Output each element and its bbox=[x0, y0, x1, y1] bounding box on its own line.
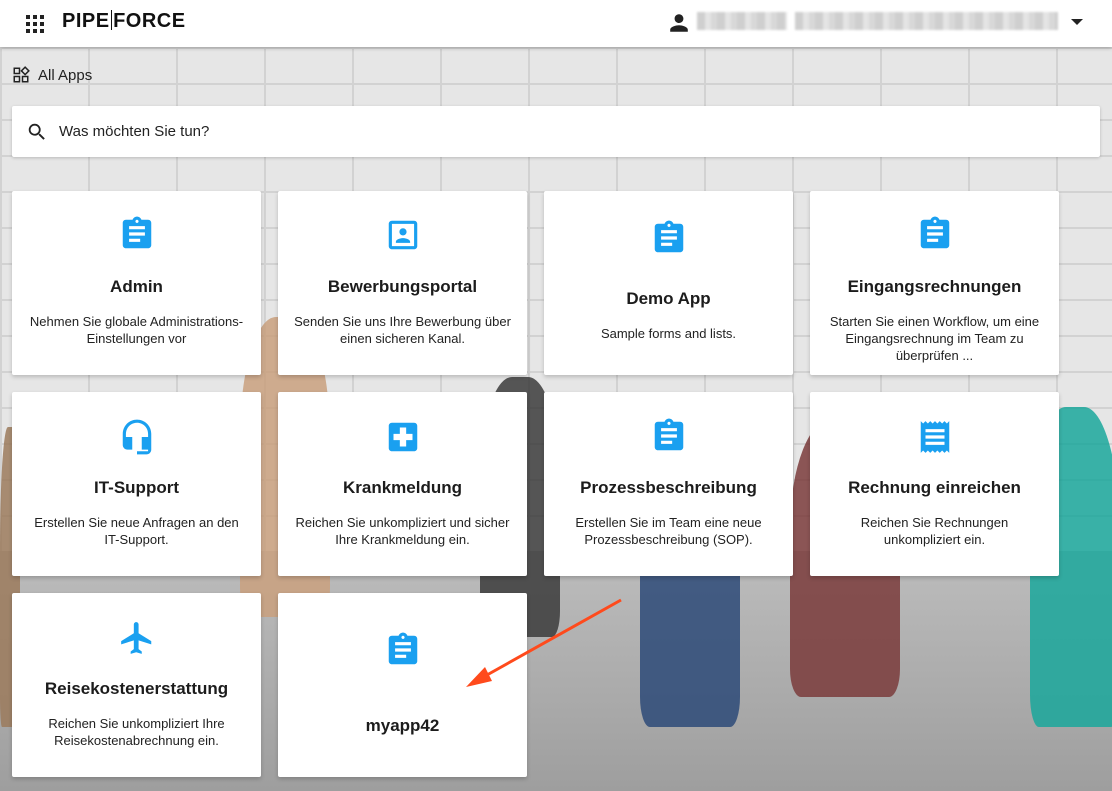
app-card-title: Reisekostenerstattung bbox=[44, 679, 229, 698]
app-card-description: Starten Sie einen Workflow, um eine Eing… bbox=[829, 314, 1040, 363]
airplane-icon bbox=[118, 619, 156, 657]
all-apps-text: All Apps bbox=[38, 66, 93, 84]
search-input[interactable] bbox=[59, 118, 1059, 144]
all-apps-label: All Apps bbox=[12, 66, 92, 84]
headset-icon bbox=[118, 418, 156, 456]
app-card-title: Eingangsrechnungen bbox=[847, 277, 1022, 296]
app-card-description: Senden Sie uns Ihre Bewerbung über einen… bbox=[294, 314, 511, 346]
user-email-redacted[interactable] bbox=[795, 12, 1058, 30]
app-card-title: IT-Support bbox=[94, 478, 179, 497]
app-card-demo-app[interactable]: Demo App Sample forms and lists. bbox=[544, 191, 793, 375]
apps-dashboard-icon bbox=[13, 66, 30, 83]
clipboard-icon bbox=[384, 631, 422, 669]
brand-logo-left: PIPE bbox=[62, 10, 110, 32]
portrait-icon bbox=[384, 216, 422, 254]
app-card-title: myapp42 bbox=[365, 716, 440, 735]
app-card-title: Bewerbungsportal bbox=[327, 277, 478, 296]
app-card-title: Rechnung einreichen bbox=[848, 478, 1021, 497]
app-card-description: Reichen Sie Rechnungen unkompliziert ein… bbox=[860, 515, 1009, 547]
brand-logo[interactable]: PIPE FORCE bbox=[62, 10, 186, 33]
app-card-reisekostenerstattung[interactable]: Reisekostenerstattung Reichen Sie unkomp… bbox=[12, 593, 261, 777]
user-icon[interactable] bbox=[668, 12, 690, 34]
app-card-prozessbeschreibung[interactable]: Prozessbeschreibung Erstellen Sie im Tea… bbox=[544, 392, 793, 576]
app-card-it-support[interactable]: IT-Support Erstellen Sie neue Anfragen a… bbox=[12, 392, 261, 576]
clipboard-icon bbox=[916, 215, 954, 253]
search-bar[interactable] bbox=[12, 106, 1100, 157]
medical-cross-icon bbox=[384, 418, 422, 456]
brand-logo-right: FORCE bbox=[113, 10, 186, 32]
app-card-description: Sample forms and lists. bbox=[600, 326, 737, 341]
app-card-eingangsrechnungen[interactable]: Eingangsrechnungen Starten Sie einen Wor… bbox=[810, 191, 1059, 375]
search-icon bbox=[28, 123, 45, 140]
top-bar: PIPE FORCE bbox=[0, 0, 1112, 47]
app-card-description: Reichen Sie unkompliziert und sicher Ihr… bbox=[295, 515, 510, 547]
app-card-krankmeldung[interactable]: Krankmeldung Reichen Sie unkompliziert u… bbox=[278, 392, 527, 576]
app-card-description: Reichen Sie unkompliziert Ihre Reisekost… bbox=[48, 716, 225, 748]
user-name-redacted[interactable] bbox=[697, 12, 787, 30]
app-card-bewerbungsportal[interactable]: Bewerbungsportal Senden Sie uns Ihre Bew… bbox=[278, 191, 527, 375]
app-card-myapp42[interactable]: myapp42 bbox=[278, 593, 527, 777]
app-card-description: Erstellen Sie im Team eine neue Prozessb… bbox=[575, 515, 762, 547]
apps-grid-icon[interactable] bbox=[26, 15, 44, 33]
app-card-title: Prozessbeschreibung bbox=[580, 478, 757, 497]
app-card-description: Erstellen Sie neue Anfragen an den IT-Su… bbox=[34, 515, 239, 547]
receipt-icon bbox=[916, 418, 954, 456]
clipboard-icon bbox=[650, 417, 688, 455]
app-card-description: Nehmen Sie globale Administrations-Einst… bbox=[29, 314, 244, 346]
app-card-title: Demo App bbox=[626, 289, 711, 308]
app-card-admin[interactable]: Admin Nehmen Sie globale Administrations… bbox=[12, 191, 261, 375]
chevron-down-icon[interactable] bbox=[1071, 19, 1083, 25]
app-card-title: Krankmeldung bbox=[342, 478, 463, 497]
clipboard-icon bbox=[118, 215, 156, 253]
app-card-title: Admin bbox=[110, 277, 163, 296]
clipboard-icon bbox=[650, 219, 688, 257]
app-card-rechnung-einreichen[interactable]: Rechnung einreichen Reichen Sie Rechnung… bbox=[810, 392, 1059, 576]
